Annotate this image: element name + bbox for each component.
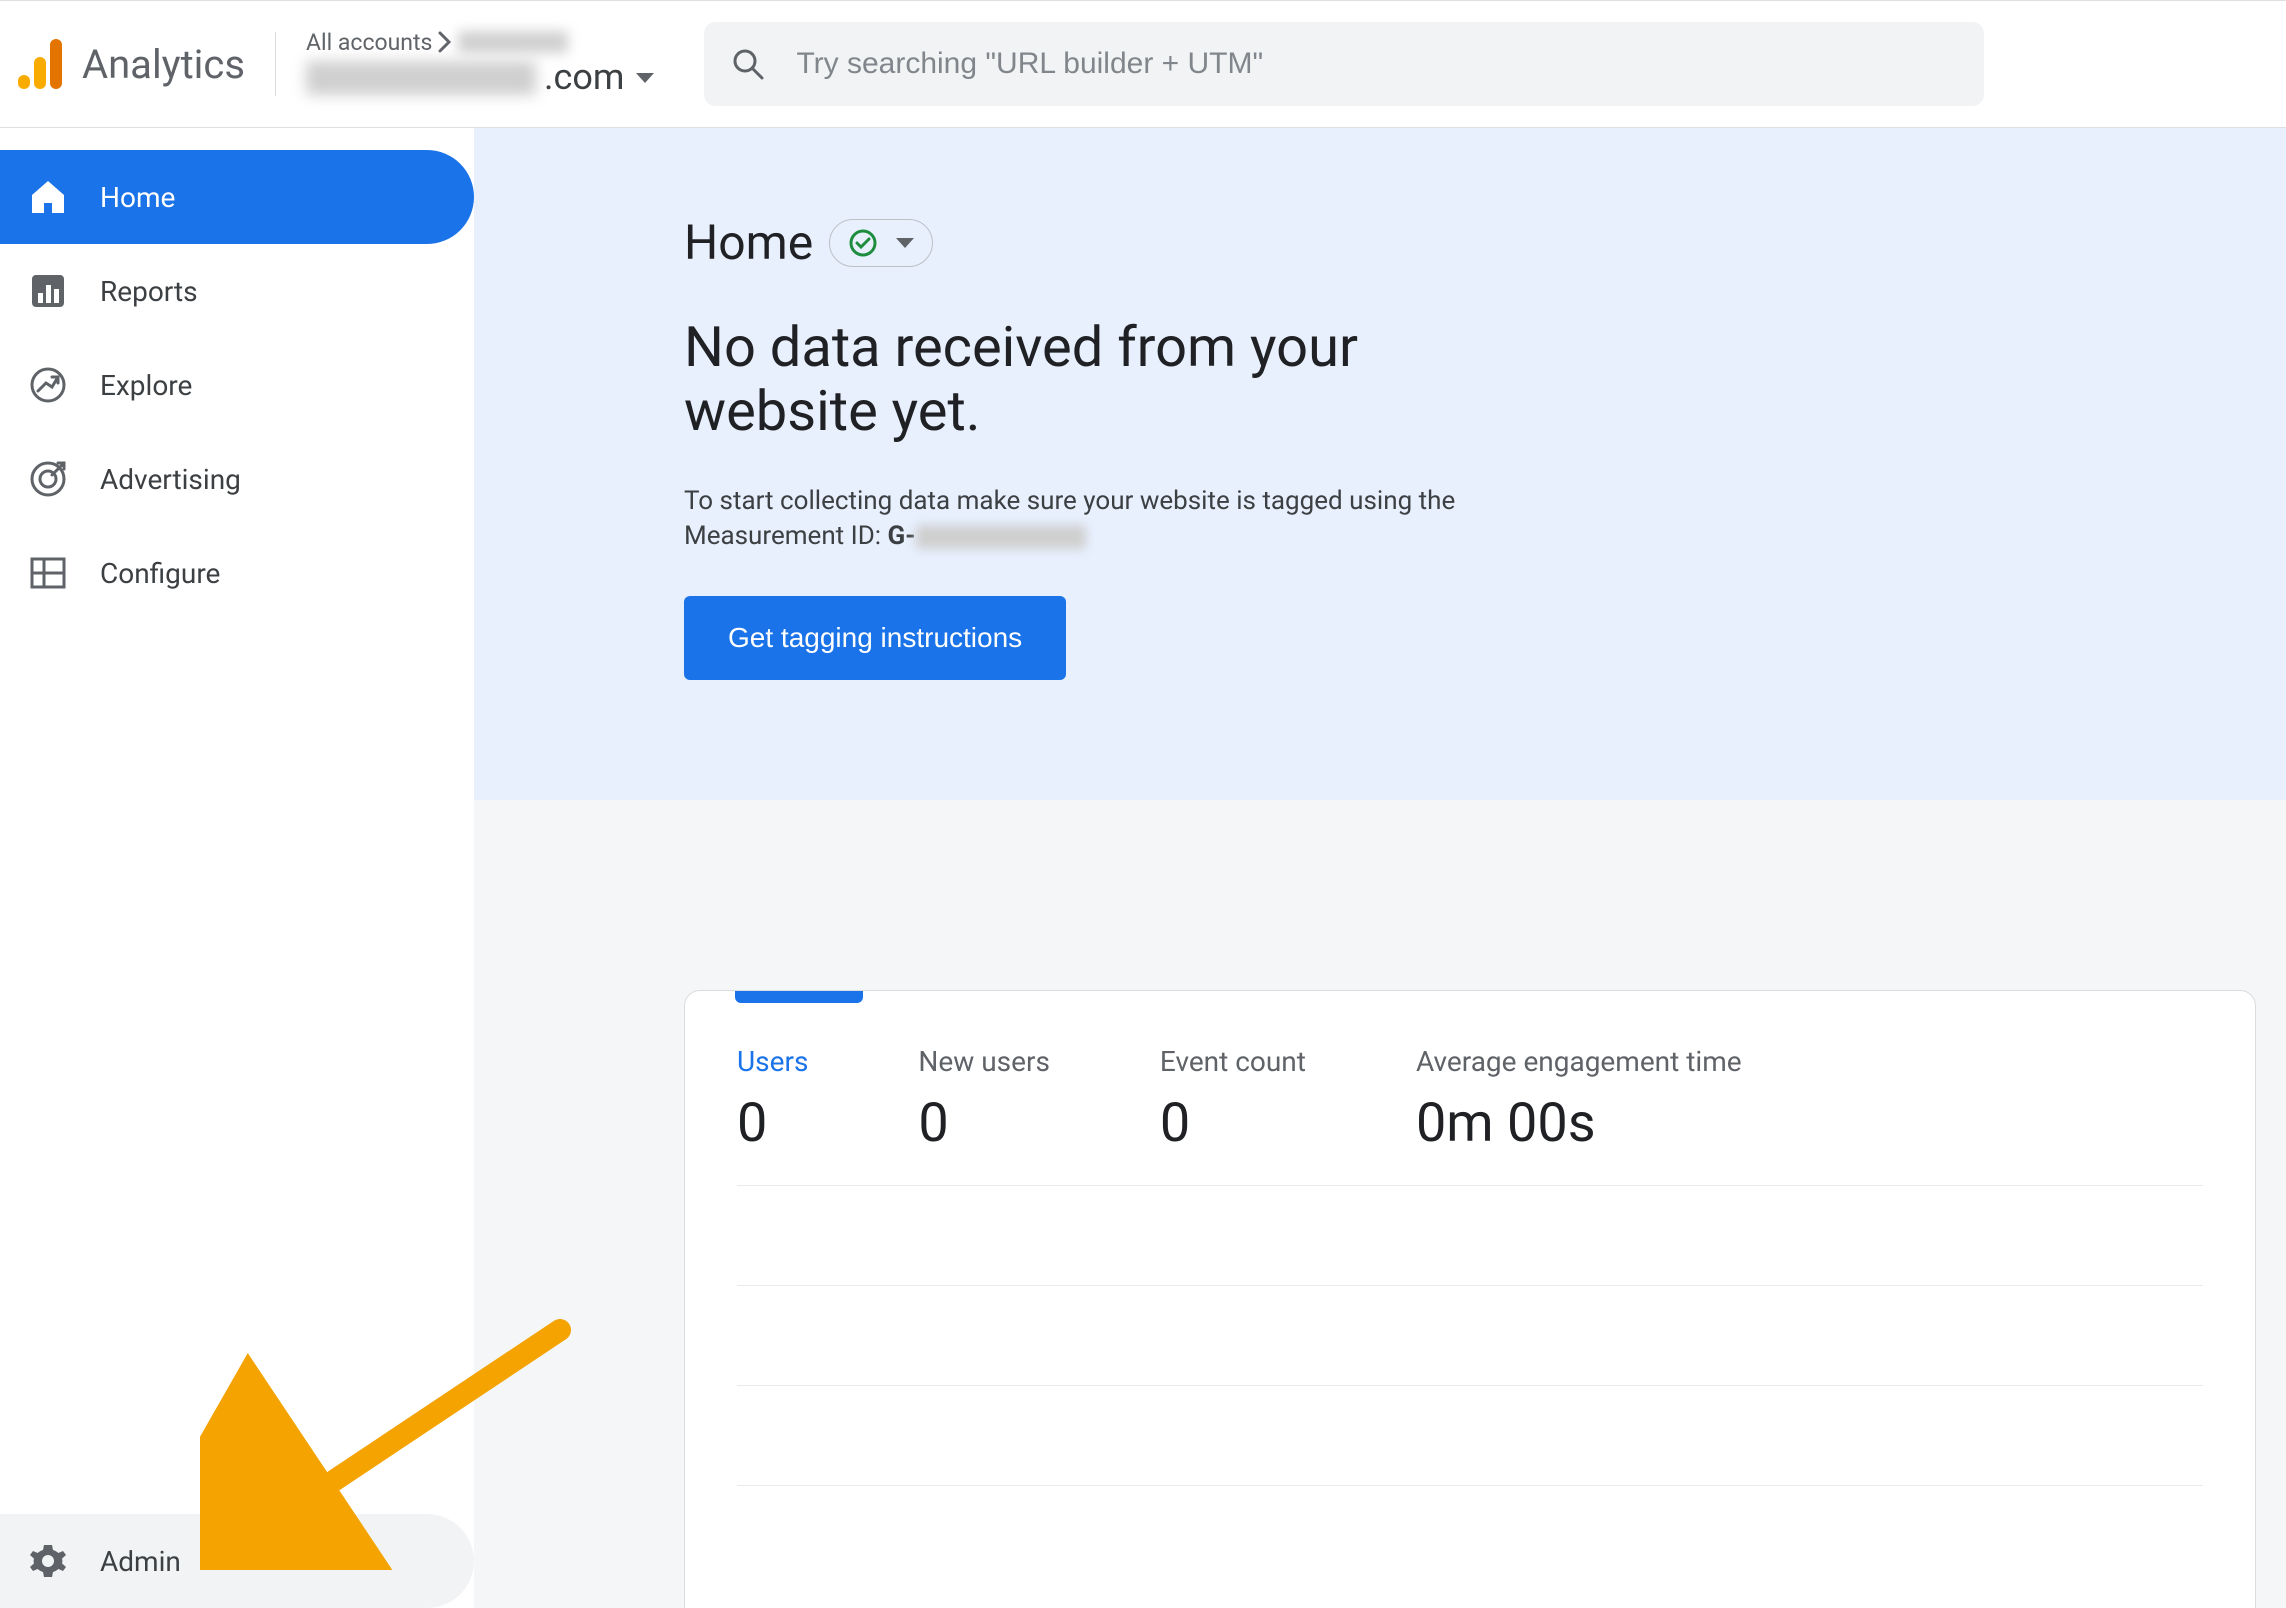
metric-label: Event count (1160, 1045, 1306, 1078)
sidebar-item-configure[interactable]: Configure (0, 526, 474, 620)
status-chip[interactable] (829, 219, 933, 267)
metric-value: 0 (737, 1092, 808, 1155)
metric-event-count[interactable]: Event count 0 (1160, 1045, 1306, 1155)
sidebar-item-label: Explore (100, 369, 192, 402)
account-name-redacted (458, 31, 568, 53)
chevron-down-icon (636, 73, 654, 83)
chevron-right-icon (438, 31, 452, 53)
sidebar-item-label: Home (100, 181, 175, 214)
main-content: Home No data received from your website … (474, 128, 2286, 1608)
get-tagging-instructions-button[interactable]: Get tagging instructions (684, 596, 1066, 680)
hero-subtext: To start collecting data make sure your … (684, 484, 1474, 554)
hero-heading: No data received from your website yet. (684, 315, 1504, 444)
search-bar[interactable] (704, 22, 1984, 106)
property-suffix: .com (544, 56, 624, 99)
metric-label: New users (918, 1045, 1049, 1078)
check-circle-icon (848, 228, 878, 258)
sidebar-item-admin[interactable]: Admin (0, 1514, 474, 1608)
hero-banner: Home No data received from your website … (474, 128, 2286, 800)
chart-placeholder (685, 1185, 2255, 1608)
metric-label: Users (737, 1045, 808, 1078)
analytics-logo-icon (18, 37, 64, 91)
account-picker[interactable]: All accounts .com (306, 29, 654, 100)
divider (275, 32, 276, 96)
page-title: Home (684, 214, 813, 271)
sidebar-item-explore[interactable]: Explore (0, 338, 474, 432)
metrics-card: Users 0 New users 0 Event count 0 Averag… (684, 990, 2256, 1608)
metric-value: 0 (1160, 1092, 1306, 1155)
breadcrumb-label: All accounts (306, 29, 432, 57)
metric-value: 0m 00s (1416, 1092, 1742, 1155)
breadcrumb: All accounts (306, 29, 654, 57)
measurement-id-prefix: G- (888, 521, 916, 551)
property-name-redacted (306, 61, 536, 95)
explore-icon (28, 365, 68, 405)
sidebar-item-advertising[interactable]: Advertising (0, 432, 474, 526)
tab-indicator (735, 991, 863, 1003)
search-icon (730, 46, 766, 82)
gear-icon (28, 1541, 68, 1581)
sidebar: Home Reports Explore (0, 128, 474, 1608)
measurement-id-redacted (916, 525, 1086, 549)
sidebar-item-label: Configure (100, 557, 220, 590)
home-icon (28, 177, 68, 217)
sidebar-item-home[interactable]: Home (0, 150, 474, 244)
sidebar-item-label: Admin (100, 1545, 181, 1578)
metric-avg-engagement[interactable]: Average engagement time 0m 00s (1416, 1045, 1742, 1155)
reports-icon (28, 271, 68, 311)
product-name: Analytics (82, 41, 245, 88)
chevron-down-icon (896, 238, 914, 248)
metric-label: Average engagement time (1416, 1045, 1742, 1078)
metric-value: 0 (918, 1092, 1049, 1155)
configure-icon (28, 553, 68, 593)
app-header: Analytics All accounts .com (0, 0, 2286, 128)
sidebar-item-reports[interactable]: Reports (0, 244, 474, 338)
search-input[interactable] (796, 47, 1958, 81)
product-logo[interactable]: Analytics (18, 37, 245, 91)
metric-users[interactable]: Users 0 (737, 1045, 808, 1155)
metric-new-users[interactable]: New users 0 (918, 1045, 1049, 1155)
sidebar-item-label: Reports (100, 275, 198, 308)
advertising-icon (28, 459, 68, 499)
sidebar-item-label: Advertising (100, 463, 241, 496)
